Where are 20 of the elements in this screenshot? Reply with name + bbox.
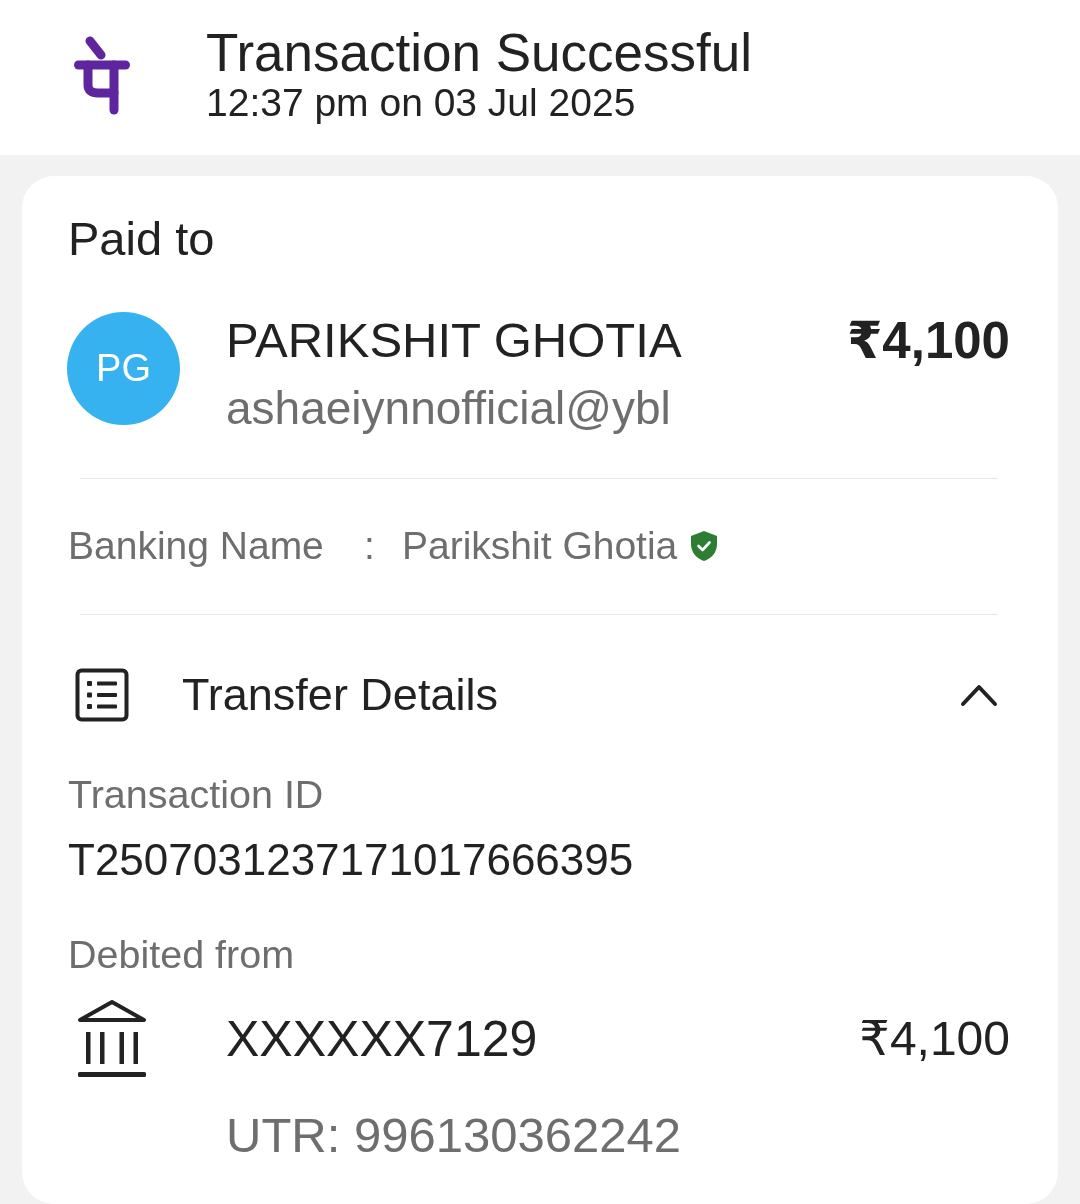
payee-name: PARIKSHIT GHOTIA bbox=[226, 313, 682, 368]
page-title: Transaction Successful bbox=[206, 24, 752, 81]
field-label: Banking Name bbox=[68, 524, 324, 567]
bank-icon bbox=[76, 999, 148, 1078]
transaction-id: T2507031237171017666395 bbox=[68, 836, 634, 884]
section-heading: Paid to bbox=[68, 215, 215, 263]
utr-number: UTR: 996130362242 bbox=[226, 1109, 681, 1161]
payment-amount: ₹4,100 bbox=[846, 313, 1010, 368]
account-number: XXXXXX7129 bbox=[226, 1010, 538, 1067]
field-label: Debited from bbox=[68, 932, 295, 976]
transaction-timestamp: 12:37 pm on 03 Jul 2025 bbox=[206, 80, 636, 125]
separator-text: : bbox=[364, 524, 375, 567]
list-icon bbox=[75, 668, 129, 722]
debited-amount: ₹4,100 bbox=[859, 1010, 1010, 1067]
avatar-initials: PG bbox=[67, 312, 180, 425]
upi-id: ashaeiynnofficial@ybl bbox=[226, 383, 671, 433]
transfer-details-toggle[interactable]: Transfer Details bbox=[68, 668, 1012, 722]
banking-name-value: Parikshit Ghotia bbox=[402, 523, 678, 569]
field-label: Transaction ID bbox=[68, 772, 324, 816]
logo-icon bbox=[74, 34, 130, 115]
